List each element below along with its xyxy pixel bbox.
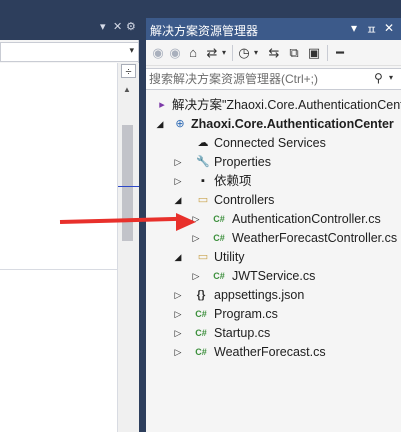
chevron-down-icon: ▾ (129, 45, 134, 55)
window-position-dropdown-icon[interactable]: ▾ (100, 19, 106, 35)
tree-item-label: Program.cs (214, 307, 278, 321)
split-editor-icon[interactable]: ÷ (121, 64, 136, 78)
expand-icon[interactable]: ▷ (191, 232, 201, 245)
tree-item-dependencies[interactable]: ▷ ▪ 依赖项 (146, 172, 401, 191)
tree-item-label: 依赖项 (214, 174, 252, 188)
expand-icon[interactable]: ▷ (173, 308, 183, 321)
tree-item-project[interactable]: ◢ ⊕ Zhaoxi.Core.AuthenticationCenter (146, 115, 401, 134)
pin-icon[interactable]: ㅍ (366, 21, 377, 38)
pending-changes-filter-icon[interactable]: ◷ (237, 44, 251, 62)
forward-icon[interactable]: ◉ (168, 44, 182, 62)
tree-item-controllers-folder[interactable]: ◢ ▭ Controllers (146, 191, 401, 210)
scrollbar-thumb[interactable] (122, 125, 133, 241)
tree-item-label: WeatherForecastController.cs (232, 231, 398, 245)
json-file-icon: {} (196, 289, 206, 301)
properties-icon[interactable]: ━ (332, 44, 348, 62)
back-icon[interactable]: ◉ (151, 44, 165, 62)
tree-item-file[interactable]: ▷ C# Program.cs (146, 305, 401, 324)
tree-item-label: appsettings.json (214, 288, 305, 302)
collapse-icon[interactable]: ◢ (173, 251, 183, 264)
search-icon[interactable]: ⚲ (374, 71, 383, 85)
csharp-file-icon: C# (195, 309, 207, 319)
expand-icon[interactable]: ▷ (173, 327, 183, 340)
dependencies-icon: ▪ (201, 175, 205, 187)
tree-item-utility-folder[interactable]: ◢ ▭ Utility (146, 248, 401, 267)
tree-item-properties[interactable]: ▷ 🔧 Properties (146, 153, 401, 172)
caret-position-marker (118, 186, 139, 187)
search-box[interactable]: ⚲ ▾ (146, 68, 401, 90)
scroll-up-icon[interactable]: ▲ (123, 85, 131, 94)
member-navigation-dropdown[interactable]: ▾ (0, 42, 139, 62)
collapse-icon[interactable]: ◢ (173, 194, 183, 207)
expand-icon[interactable]: ▷ (173, 156, 183, 169)
tree-item-file[interactable]: ▷ {} appsettings.json (146, 286, 401, 305)
toolbar-separator (232, 45, 233, 61)
solution-explorer-toolbar: ◉ ◉ ⌂ ⇄ ▾ ◷ ▾ ⇆ ⧉ ▣ ━ (146, 40, 401, 66)
web-project-icon: ⊕ (175, 118, 185, 130)
csharp-file-icon: C# (195, 328, 207, 338)
sync-with-document-icon[interactable]: ⇄ (205, 44, 219, 62)
tree-item-file[interactable]: ▷ C# WeatherForecast.cs (146, 343, 401, 362)
close-icon[interactable]: ✕ (384, 21, 394, 35)
collapse-icon[interactable]: ◢ (155, 118, 165, 131)
chevron-down-icon[interactable]: ▾ (251, 44, 261, 62)
tree-item-label: Utility (214, 250, 245, 264)
tree-item-label: Connected Services (214, 136, 326, 150)
folder-icon: ▭ (197, 251, 209, 263)
solution-explorer-title-bar: 解决方案资源管理器 ▾ ㅍ ✕ (146, 18, 401, 40)
tree-item-connected-services[interactable]: ☁ Connected Services (146, 134, 401, 153)
wrench-folder-icon: 🔧 (196, 156, 210, 168)
tree-item-label: WeatherForecast.cs (214, 345, 326, 359)
gear-icon[interactable]: ⚙ (126, 19, 136, 35)
tree-item-label: Controllers (214, 193, 275, 207)
solution-tree: ▸ 解决方案"Zhaoxi.Core.AuthenticationCenter"… (146, 93, 401, 432)
tree-item-file[interactable]: ▷ C# JWTService.cs (146, 267, 401, 286)
csharp-file-icon: C# (195, 347, 207, 357)
home-icon[interactable]: ⌂ (185, 44, 201, 62)
chevron-down-icon[interactable]: ▾ (389, 73, 393, 82)
tree-item-label: Startup.cs (214, 326, 271, 340)
tree-item-file[interactable]: ▷ C# WeatherForecastController.cs (146, 229, 401, 248)
tree-item-label: AuthenticationController.cs (232, 212, 381, 226)
expand-icon[interactable]: ▷ (173, 175, 183, 188)
code-editor-area[interactable] (0, 63, 118, 432)
toolbar-separator (327, 45, 328, 61)
show-all-files-icon[interactable]: ▣ (306, 44, 322, 62)
collapse-all-icon[interactable]: ⧉ (286, 44, 302, 62)
tree-item-label: Zhaoxi.Core.AuthenticationCenter (191, 117, 394, 131)
folder-icon: ▭ (197, 194, 209, 206)
tree-item-label: 解决方案"Zhaoxi.Core.AuthenticationCenter" (172, 98, 401, 112)
solution-icon: ▸ (159, 99, 165, 111)
vertical-scrollbar[interactable]: ÷ ▲ (118, 63, 139, 432)
expand-icon[interactable]: ▷ (173, 346, 183, 359)
close-tab-icon[interactable]: ✕ (113, 19, 122, 35)
expand-icon[interactable]: ▷ (173, 289, 183, 302)
tree-item-solution[interactable]: ▸ 解决方案"Zhaoxi.Core.AuthenticationCenter" (146, 96, 401, 115)
expand-icon[interactable]: ▷ (191, 270, 201, 283)
csharp-file-icon: C# (213, 271, 225, 281)
switch-views-icon[interactable]: ⇆ (266, 44, 282, 62)
editor-title-bar: ▾ ✕ ⚙ (0, 18, 142, 38)
search-input[interactable] (149, 71, 369, 87)
csharp-file-icon: C# (213, 233, 225, 243)
tree-item-file[interactable]: ▷ C# Startup.cs (146, 324, 401, 343)
csharp-file-icon: C# (213, 214, 225, 224)
divider (0, 269, 118, 270)
tree-item-label: JWTService.cs (232, 269, 316, 283)
chevron-down-icon[interactable]: ▾ (219, 44, 229, 62)
pane-splitter[interactable] (139, 18, 146, 432)
annotation-arrow-head (176, 213, 196, 231)
tree-item-label: Properties (214, 155, 271, 169)
window-position-dropdown-icon[interactable]: ▾ (351, 21, 357, 35)
panel-title: 解决方案资源管理器 (150, 24, 259, 38)
cloud-icon: ☁ (197, 137, 209, 149)
